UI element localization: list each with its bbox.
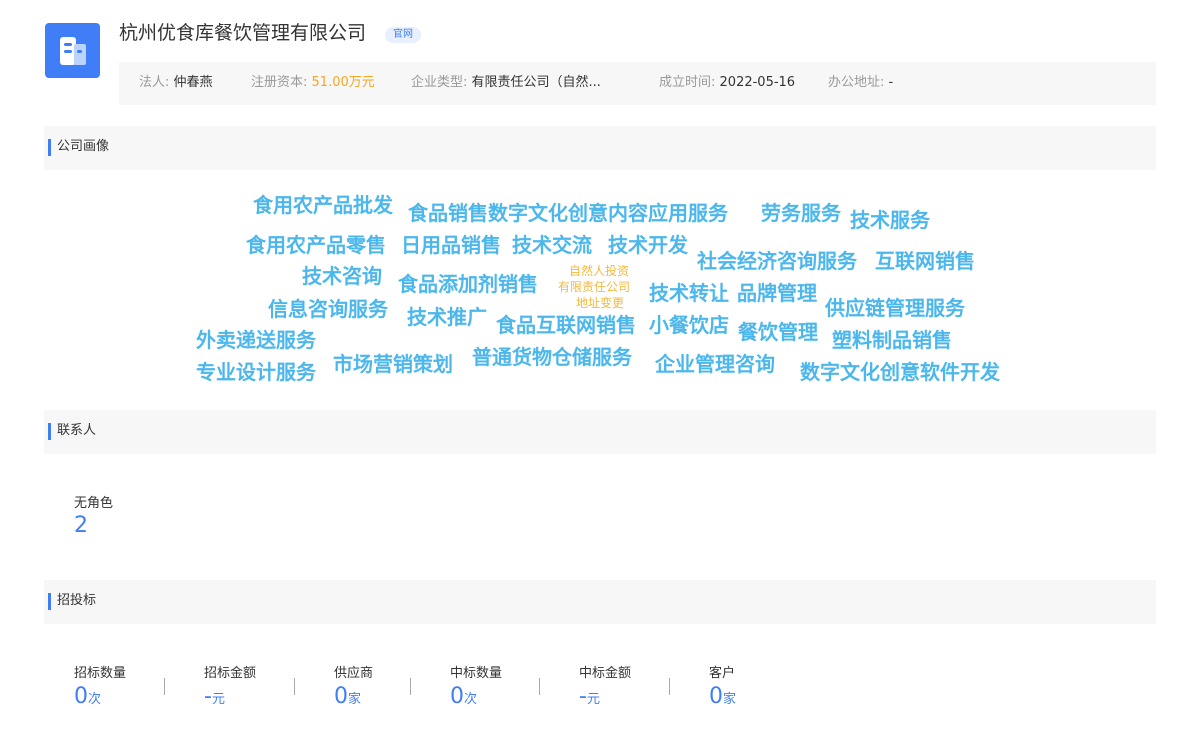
- word-cloud-tag: 小餐饮店: [649, 313, 729, 337]
- word-cloud-tag: 地址变更: [576, 296, 625, 310]
- stat-divider: [410, 678, 411, 695]
- word-cloud-tag: 技术咨询: [302, 264, 382, 288]
- stat-label: 中标金额: [579, 666, 632, 681]
- stat-value: -元: [204, 684, 225, 709]
- bidding-stat-tender-amount[interactable]: 招标金额 -元: [204, 662, 256, 709]
- word-cloud-tag: 技术推广: [407, 305, 487, 329]
- word-cloud-tag: 数字文化创意内容应用服务: [488, 201, 728, 225]
- stat-divider: [164, 678, 165, 695]
- bidding-stat-tender-count[interactable]: 招标数量 0次: [74, 662, 126, 709]
- building-icon: [60, 37, 86, 65]
- word-cloud-tag: 日用品销售: [401, 233, 501, 257]
- section-accent-bar: [48, 593, 51, 610]
- company-type: 企业类型: 有限责任公司（自然...: [411, 62, 601, 103]
- word-cloud: 食用农产品批发 食品销售 数字文化创意内容应用服务 劳务服务 技术服务 食用农产…: [0, 0, 1200, 752]
- stat-value: 0家: [334, 684, 362, 709]
- legal-person: 法人: 仲春燕: [139, 62, 213, 103]
- stat-value: 0家: [709, 684, 737, 709]
- word-cloud-tag: 社会经济咨询服务: [697, 249, 857, 273]
- type-value: 有限责任公司（自然...: [471, 75, 601, 90]
- capital-label: 注册资本:: [251, 75, 308, 90]
- word-cloud-tag: 技术开发: [608, 233, 688, 257]
- stat-divider: [669, 678, 670, 695]
- bidding-stat-award-count[interactable]: 中标数量 0次: [450, 662, 502, 709]
- section-accent-bar: [48, 139, 51, 156]
- section-accent-bar: [48, 423, 51, 440]
- stat-label: 招标金额: [204, 666, 257, 681]
- word-cloud-tag: 食品销售: [408, 201, 488, 225]
- word-cloud-tag: 外卖递送服务: [196, 328, 316, 352]
- office-address: 办公地址: -: [828, 62, 893, 103]
- section-title-profile: 公司画像: [57, 139, 110, 154]
- word-cloud-tag: 专业设计服务: [196, 360, 316, 384]
- word-cloud-tag: 食品添加剂销售: [398, 272, 538, 296]
- registered-capital: 注册资本: 51.00万元: [251, 62, 375, 103]
- stat-label: 中标数量: [450, 666, 503, 681]
- legal-person-value[interactable]: 仲春燕: [174, 75, 213, 90]
- word-cloud-tag: 技术转让: [649, 281, 729, 305]
- section-title-bidding: 招投标: [57, 593, 97, 608]
- bidding-stat-award-amount[interactable]: 中标金额 -元: [579, 662, 631, 709]
- word-cloud-tag: 自然人投资: [569, 264, 630, 278]
- bidding-stat-customers[interactable]: 客户 0家: [709, 662, 736, 709]
- bidding-stat-suppliers[interactable]: 供应商 0家: [334, 662, 373, 709]
- word-cloud-tag: 技术交流: [512, 233, 592, 257]
- word-cloud-tag: 互联网销售: [875, 249, 975, 273]
- word-cloud-tag: 技术服务: [850, 208, 930, 232]
- word-cloud-tag: 有限责任公司: [558, 280, 631, 294]
- stat-value: 0次: [450, 684, 478, 709]
- word-cloud-tag: 市场营销策划: [333, 352, 453, 376]
- company-info-bar: 法人: 仲春燕 注册资本: 51.00万元 企业类型: 有限责任公司（自然...…: [119, 62, 1156, 105]
- contact-role-label: 无角色: [74, 496, 114, 511]
- word-cloud-tag: 供应链管理服务: [825, 296, 965, 320]
- word-cloud-tag: 餐饮管理: [738, 320, 818, 344]
- word-cloud-tag: 食用农产品批发: [253, 193, 393, 217]
- word-cloud-tag: 塑料制品销售: [832, 328, 952, 352]
- section-header-bidding: 招投标: [44, 580, 1156, 624]
- capital-value: 51.00万元: [311, 75, 375, 90]
- word-cloud-tag: 企业管理咨询: [655, 352, 775, 376]
- word-cloud-tag: 食品互联网销售: [496, 313, 636, 337]
- stat-value: 0次: [74, 684, 102, 709]
- official-site-badge[interactable]: 官网: [385, 27, 421, 43]
- stat-label: 供应商: [334, 666, 374, 681]
- stat-divider: [539, 678, 540, 695]
- word-cloud-tag: 劳务服务: [761, 201, 841, 225]
- stat-value: -元: [579, 684, 600, 709]
- stat-label: 客户: [709, 666, 736, 681]
- established-value: 2022-05-16: [719, 75, 796, 90]
- contact-count[interactable]: 2: [74, 513, 113, 538]
- word-cloud-tag: 数字文化创意软件开发: [800, 360, 1000, 384]
- address-label: 办公地址:: [828, 75, 885, 90]
- address-value: -: [888, 75, 894, 90]
- company-logo: [45, 23, 100, 78]
- type-label: 企业类型:: [411, 75, 468, 90]
- contact-role-summary[interactable]: 无角色 2: [74, 492, 113, 538]
- established-label: 成立时间:: [659, 75, 716, 90]
- stat-divider: [294, 678, 295, 695]
- word-cloud-tag: 食用农产品零售: [246, 233, 386, 257]
- word-cloud-tag: 品牌管理: [737, 281, 817, 305]
- legal-person-label: 法人:: [139, 75, 170, 90]
- word-cloud-tag: 普通货物仓储服务: [472, 345, 632, 369]
- stat-label: 招标数量: [74, 666, 127, 681]
- company-name: 杭州优食库餐饮管理有限公司: [119, 22, 367, 44]
- word-cloud-tag: 信息咨询服务: [268, 297, 388, 321]
- section-header-profile: 公司画像: [44, 126, 1156, 170]
- established-date: 成立时间: 2022-05-16: [659, 62, 795, 103]
- section-header-contacts: 联系人: [44, 410, 1156, 454]
- section-title-contacts: 联系人: [57, 423, 97, 438]
